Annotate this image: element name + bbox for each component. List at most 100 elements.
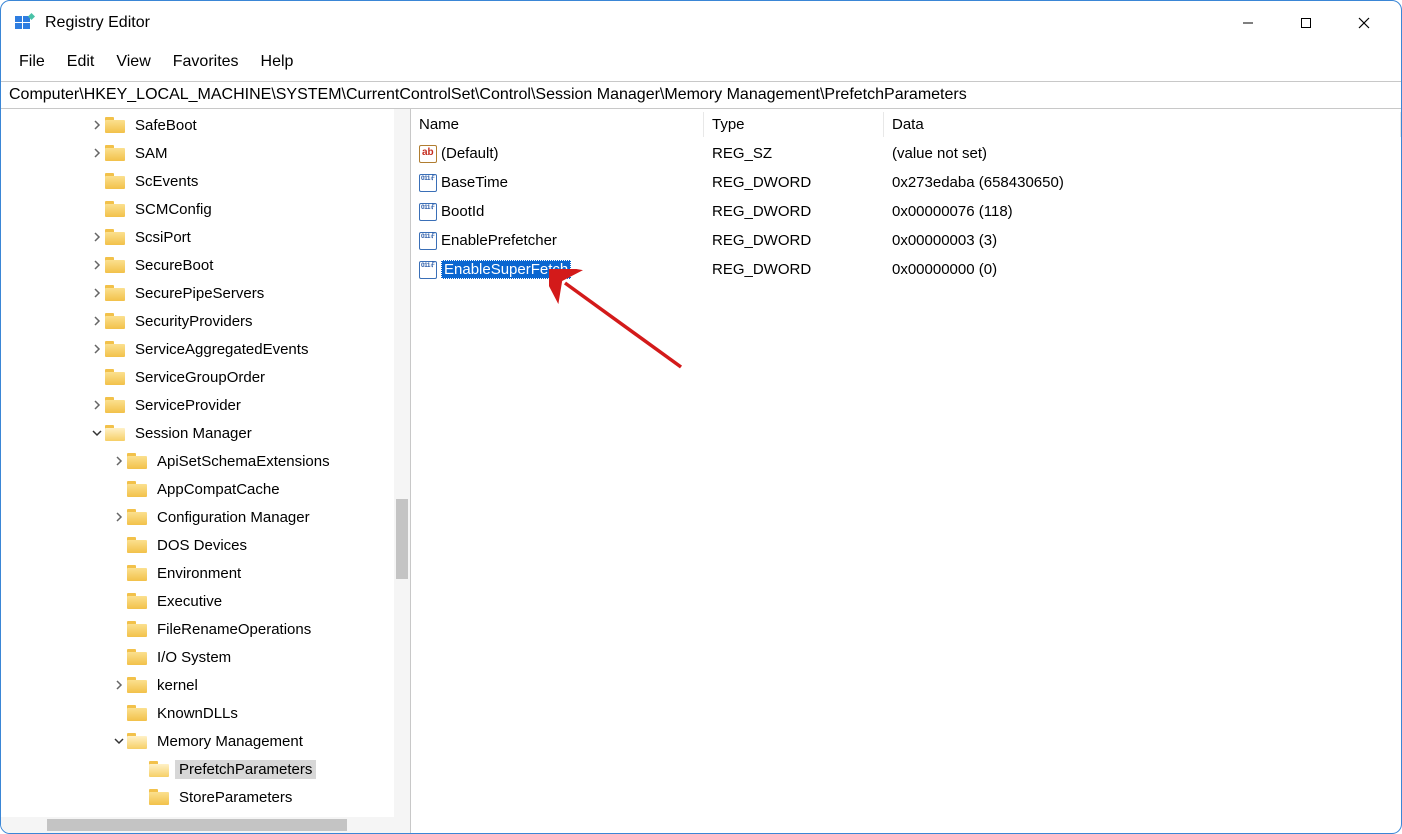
tree-node[interactable]: AppCompatCache bbox=[1, 475, 410, 503]
folder-icon bbox=[105, 229, 125, 245]
column-header-type[interactable]: Type bbox=[704, 112, 884, 137]
folder-icon bbox=[127, 733, 147, 749]
tree-node-label: FileRenameOperations bbox=[153, 620, 315, 639]
tree-node[interactable]: ServiceAggregatedEvents bbox=[1, 335, 410, 363]
folder-icon bbox=[105, 145, 125, 161]
tree-node-label: DOS Devices bbox=[153, 536, 251, 555]
folder-icon bbox=[127, 481, 147, 497]
folder-icon bbox=[127, 593, 147, 609]
close-button[interactable] bbox=[1335, 5, 1393, 41]
folder-icon bbox=[127, 705, 147, 721]
tree-node[interactable]: Environment bbox=[1, 559, 410, 587]
tree-node-label: SAM bbox=[131, 144, 172, 163]
scrollbar-thumb[interactable] bbox=[396, 499, 408, 579]
tree-node[interactable]: KnownDLLs bbox=[1, 699, 410, 727]
menu-help[interactable]: Help bbox=[251, 49, 304, 75]
tree-node[interactable]: Session Manager bbox=[1, 419, 410, 447]
tree-node[interactable]: StoreParameters bbox=[1, 783, 410, 811]
tree-node[interactable]: Configuration Manager bbox=[1, 503, 410, 531]
tree-node[interactable]: FileRenameOperations bbox=[1, 615, 410, 643]
tree-node[interactable]: Executive bbox=[1, 587, 410, 615]
folder-icon bbox=[127, 537, 147, 553]
value-name: BootId bbox=[441, 203, 484, 220]
value-type-cell: REG_DWORD bbox=[704, 201, 884, 222]
tree-node[interactable]: ServiceGroupOrder bbox=[1, 363, 410, 391]
maximize-button[interactable] bbox=[1277, 5, 1335, 41]
window-title: Registry Editor bbox=[45, 14, 150, 32]
window-frame: Registry Editor File Edit View Favorites… bbox=[0, 0, 1402, 834]
tree-node[interactable]: ServiceProvider bbox=[1, 391, 410, 419]
tree-node[interactable]: SecurityProviders bbox=[1, 307, 410, 335]
tree-node-label: ScsiPort bbox=[131, 228, 195, 247]
tree-node[interactable]: SecureBoot bbox=[1, 251, 410, 279]
chevron-right-icon[interactable] bbox=[89, 344, 105, 354]
chevron-down-icon[interactable] bbox=[89, 428, 105, 438]
folder-icon bbox=[105, 285, 125, 301]
menu-file[interactable]: File bbox=[9, 49, 55, 75]
chevron-right-icon[interactable] bbox=[89, 400, 105, 410]
tree-node[interactable]: I/O System bbox=[1, 643, 410, 671]
tree-node-label: KnownDLLs bbox=[153, 704, 242, 723]
tree-node[interactable]: Memory Management bbox=[1, 727, 410, 755]
chevron-right-icon[interactable] bbox=[89, 232, 105, 242]
menu-edit[interactable]: Edit bbox=[57, 49, 105, 75]
value-data-cell: 0x00000000 (0) bbox=[884, 259, 1401, 280]
address-bar[interactable]: Computer\HKEY_LOCAL_MACHINE\SYSTEM\Curre… bbox=[1, 81, 1401, 109]
tree-pane: SafeBoot SAM ScEvents SCMConfig ScsiPort Se… bbox=[1, 109, 411, 833]
folder-icon bbox=[105, 341, 125, 357]
value-name: (Default) bbox=[441, 145, 499, 162]
tree-node[interactable]: SAM bbox=[1, 139, 410, 167]
chevron-right-icon[interactable] bbox=[89, 260, 105, 270]
tree-node-label: SafeBoot bbox=[131, 116, 201, 135]
tree-node-label: Executive bbox=[153, 592, 226, 611]
dword-value-icon bbox=[419, 232, 437, 250]
chevron-right-icon[interactable] bbox=[111, 456, 127, 466]
tree-node[interactable]: ScEvents bbox=[1, 167, 410, 195]
tree-node-label: ApiSetSchemaExtensions bbox=[153, 452, 334, 471]
folder-icon bbox=[149, 761, 169, 777]
menu-favorites[interactable]: Favorites bbox=[163, 49, 249, 75]
registry-value-row[interactable]: EnableSuperFetch REG_DWORD0x00000000 (0) bbox=[411, 255, 1401, 284]
dword-value-icon bbox=[419, 203, 437, 221]
tree-node[interactable]: ScsiPort bbox=[1, 223, 410, 251]
string-value-icon bbox=[419, 145, 437, 163]
scrollbar-thumb[interactable] bbox=[47, 819, 347, 831]
chevron-right-icon[interactable] bbox=[89, 148, 105, 158]
chevron-right-icon[interactable] bbox=[89, 120, 105, 130]
tree-node[interactable]: DOS Devices bbox=[1, 531, 410, 559]
registry-value-row[interactable]: EnablePrefetcherREG_DWORD0x00000003 (3) bbox=[411, 226, 1401, 255]
chevron-right-icon[interactable] bbox=[111, 512, 127, 522]
tree-node[interactable]: kernel bbox=[1, 671, 410, 699]
chevron-right-icon[interactable] bbox=[111, 680, 127, 690]
menu-view[interactable]: View bbox=[106, 49, 160, 75]
tree-node[interactable]: SecurePipeServers bbox=[1, 279, 410, 307]
tree-node[interactable]: SCMConfig bbox=[1, 195, 410, 223]
tree-node-label: SecurityProviders bbox=[131, 312, 257, 331]
folder-icon bbox=[127, 677, 147, 693]
chevron-down-icon[interactable] bbox=[111, 736, 127, 746]
registry-value-row[interactable]: BootIdREG_DWORD0x00000076 (118) bbox=[411, 197, 1401, 226]
value-type-cell: REG_DWORD bbox=[704, 172, 884, 193]
tree-node[interactable]: SafeBoot bbox=[1, 111, 410, 139]
titlebar[interactable]: Registry Editor bbox=[1, 1, 1401, 45]
tree-scroll[interactable]: SafeBoot SAM ScEvents SCMConfig ScsiPort Se… bbox=[1, 109, 410, 817]
registry-value-row[interactable]: BaseTimeREG_DWORD0x273edaba (658430650) bbox=[411, 168, 1401, 197]
tree-horizontal-scrollbar[interactable] bbox=[1, 817, 410, 833]
folder-icon bbox=[105, 369, 125, 385]
tree-node-label: StoreParameters bbox=[175, 788, 296, 807]
registry-value-row[interactable]: (Default)REG_SZ(value not set) bbox=[411, 139, 1401, 168]
folder-icon bbox=[127, 509, 147, 525]
tree-vertical-scrollbar[interactable] bbox=[394, 109, 410, 817]
folder-icon bbox=[105, 201, 125, 217]
value-name: EnableSuperFetch bbox=[441, 260, 571, 279]
value-type-cell: REG_DWORD bbox=[704, 259, 884, 280]
tree-node-label: Configuration Manager bbox=[153, 508, 314, 527]
tree-node[interactable]: PrefetchParameters bbox=[1, 755, 410, 783]
chevron-right-icon[interactable] bbox=[89, 288, 105, 298]
tree-node[interactable]: ApiSetSchemaExtensions bbox=[1, 447, 410, 475]
menubar: File Edit View Favorites Help bbox=[1, 45, 1401, 81]
minimize-button[interactable] bbox=[1219, 5, 1277, 41]
column-header-data[interactable]: Data bbox=[884, 112, 1401, 137]
chevron-right-icon[interactable] bbox=[89, 316, 105, 326]
column-header-name[interactable]: Name bbox=[411, 112, 704, 137]
